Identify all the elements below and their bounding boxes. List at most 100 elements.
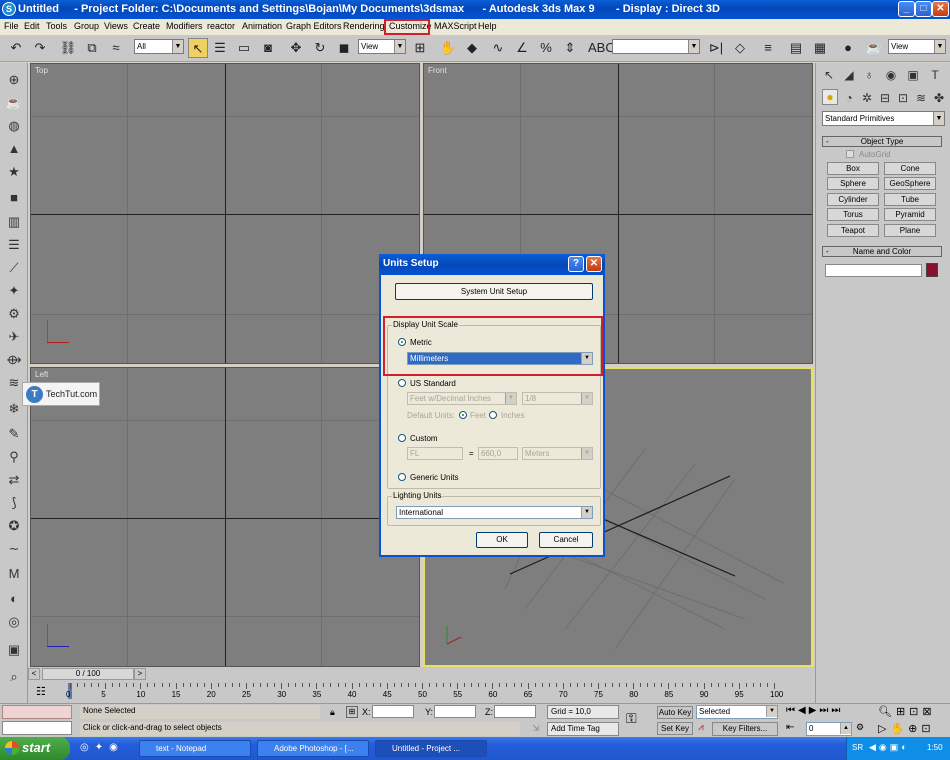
material-editor-icon[interactable]: ● [838, 38, 858, 58]
custom-radio[interactable] [398, 434, 406, 442]
taskbar-notepad[interactable]: text - Notepad [139, 740, 251, 757]
time-slider[interactable]: < 0 / 100 > [28, 667, 815, 681]
object-name-input[interactable] [825, 264, 922, 277]
language-indicator[interactable]: SR [852, 743, 863, 752]
add-time-tag[interactable]: Add Time Tag [547, 722, 619, 736]
create-tab-icon[interactable]: ↖ [820, 66, 838, 84]
select-manipulate-icon[interactable]: ✋ [438, 38, 458, 58]
lighting-units-dropdown[interactable]: International ▼ [396, 506, 593, 519]
category-dropdown[interactable]: Standard Primitives ▼ [822, 111, 945, 126]
minimize-button[interactable]: _ [898, 1, 915, 17]
cancel-button[interactable]: Cancel [539, 532, 593, 548]
maxscript-mini-listener[interactable] [2, 721, 72, 735]
menu-maxscript[interactable]: MAXScript [434, 21, 477, 31]
lock-icon[interactable]: 🔒︎ [330, 707, 335, 718]
key-icon[interactable]: ⚿ [626, 710, 637, 727]
systems-icon[interactable]: ✤ [930, 89, 948, 107]
feet-radio[interactable] [459, 411, 467, 419]
teapot-button[interactable]: Teapot [827, 224, 879, 237]
geometry-icon[interactable]: ● [822, 89, 838, 105]
render-scene-icon[interactable]: ☕ [864, 38, 884, 58]
key-mode-dropdown[interactable]: Selected ▼ [696, 705, 778, 719]
object-type-rollout[interactable]: - Object Type [822, 136, 942, 147]
menu-animation[interactable]: Animation [242, 21, 282, 31]
menu-views[interactable]: Views [104, 21, 128, 31]
keyboard-shortcut-icon[interactable]: ◆ [462, 38, 482, 58]
box-button[interactable]: Box [827, 162, 879, 175]
custom-units-dropdown[interactable]: Meters ▼ [522, 447, 593, 460]
move-icon[interactable]: ✥ [286, 38, 306, 58]
magnify-icon[interactable]: ⌕ [5, 668, 23, 686]
sphere-button[interactable]: Sphere [827, 177, 879, 190]
menu-tools[interactable]: Tools [46, 21, 67, 31]
gear-icon[interactable]: ⚙ [5, 305, 23, 323]
camera-icon[interactable]: ✈ [5, 328, 23, 346]
scale-icon[interactable]: ◼ [334, 38, 354, 58]
stack-icon[interactable]: ☰ [5, 236, 23, 254]
torus-button[interactable]: Torus [827, 208, 879, 221]
menu-rendering[interactable]: Rendering [343, 21, 385, 31]
key-mode-icon[interactable]: ⇤ [786, 722, 794, 733]
playback-controls[interactable]: ⏮◀︎▶︎⏭⏭ [786, 705, 843, 716]
layer-manager-icon[interactable]: ≡ [758, 38, 778, 58]
shapes-icon[interactable]: ◔ [840, 89, 858, 107]
taskbar-3dsmax[interactable]: Untitled - Project ... [375, 740, 487, 757]
menu-reactor[interactable]: reactor [207, 21, 235, 31]
ik-icon[interactable]: ⇄ [5, 471, 23, 489]
pyramid-button[interactable]: Pyramid [884, 208, 936, 221]
menu-graph-editors[interactable]: Graph Editors [286, 21, 342, 31]
cone-button[interactable]: Cone [884, 162, 936, 175]
helper-icon[interactable]: ⟴ [5, 351, 23, 369]
z-coordinate-input[interactable] [494, 705, 536, 718]
taskbar-photoshop[interactable]: Adobe Photoshop - [... [257, 740, 369, 757]
custom-value-input[interactable]: 660,0 [478, 447, 518, 460]
close-button[interactable]: ✕ [932, 1, 949, 17]
wind-icon[interactable]: ≋ [5, 374, 23, 392]
rotate-icon[interactable]: ↻ [310, 38, 330, 58]
angle-snap-icon[interactable]: ∠ [512, 38, 532, 58]
teapot-icon[interactable]: ☕ [5, 94, 23, 112]
inches-radio[interactable] [489, 411, 497, 419]
percent-snap-icon[interactable]: % [536, 38, 556, 58]
text-icon[interactable]: M [5, 565, 23, 583]
menu-help[interactable]: Help [478, 21, 497, 31]
render-view-dropdown[interactable]: View ▼ [888, 39, 946, 54]
schematic-view-icon[interactable]: ▦ [810, 38, 830, 58]
generic-units-radio[interactable] [398, 473, 406, 481]
window-crossing-icon[interactable]: ◙ [258, 38, 278, 58]
modify-tab-icon[interactable]: ◢ [840, 66, 858, 84]
autogrid-checkbox[interactable] [846, 150, 854, 158]
time-tag-icon[interactable]: ⇲ [532, 723, 540, 734]
hierarchy-tab-icon[interactable]: ♁ [860, 66, 878, 84]
ok-button[interactable]: OK [476, 532, 528, 548]
light-icon[interactable]: ✦ [5, 282, 23, 300]
track-bar[interactable]: ☷ 0 5 10 15 20 25 30 35 40 45 50 55 60 65 70 75 80 85 90 95… [28, 681, 815, 703]
set-key-button[interactable]: Set Key [657, 722, 693, 735]
select-link-icon[interactable]: ⛓ [58, 38, 78, 58]
helpers-icon[interactable]: ⊡ [894, 89, 912, 107]
selection-filter-dropdown[interactable]: All ▼ [134, 39, 184, 54]
maximize-button[interactable]: □ [915, 1, 932, 17]
viewport-nav-bottom[interactable]: ▷✋⊕⊡ [878, 722, 935, 735]
time-slider-thumb[interactable]: 0 / 100 [42, 668, 134, 680]
star-icon[interactable]: ★ [5, 163, 23, 181]
viewport-top[interactable]: Top [30, 63, 420, 364]
lights-icon[interactable]: ✲ [858, 89, 876, 107]
mirror-icon[interactable]: ⊳| [706, 38, 726, 58]
track-bar-menu-icon[interactable]: ☷ [36, 685, 46, 698]
key-filters-button[interactable]: Key Filters... [712, 722, 778, 736]
pivot-center-icon[interactable]: ⊞ [410, 38, 430, 58]
cloth-icon[interactable]: ◐ [5, 590, 23, 608]
object-color-swatch[interactable] [926, 263, 938, 277]
plane-button[interactable]: Plane [884, 224, 936, 237]
bone-icon[interactable]: ✎ [5, 425, 23, 443]
viewport-nav-top[interactable]: 🔍︎⊞⊡⊠ [878, 705, 936, 718]
menu-file[interactable]: File [4, 21, 19, 31]
ring-icon[interactable]: ◎ [5, 613, 23, 631]
align-icon[interactable]: ◇ [730, 38, 750, 58]
utilities-tab-icon[interactable]: T [926, 66, 944, 84]
named-selection-dropdown[interactable]: ▼ [612, 39, 700, 54]
cameras-icon[interactable]: ⊟ [876, 89, 894, 107]
spacewarps-icon[interactable]: ≋ [912, 89, 930, 107]
x-coordinate-input[interactable] [372, 705, 414, 718]
